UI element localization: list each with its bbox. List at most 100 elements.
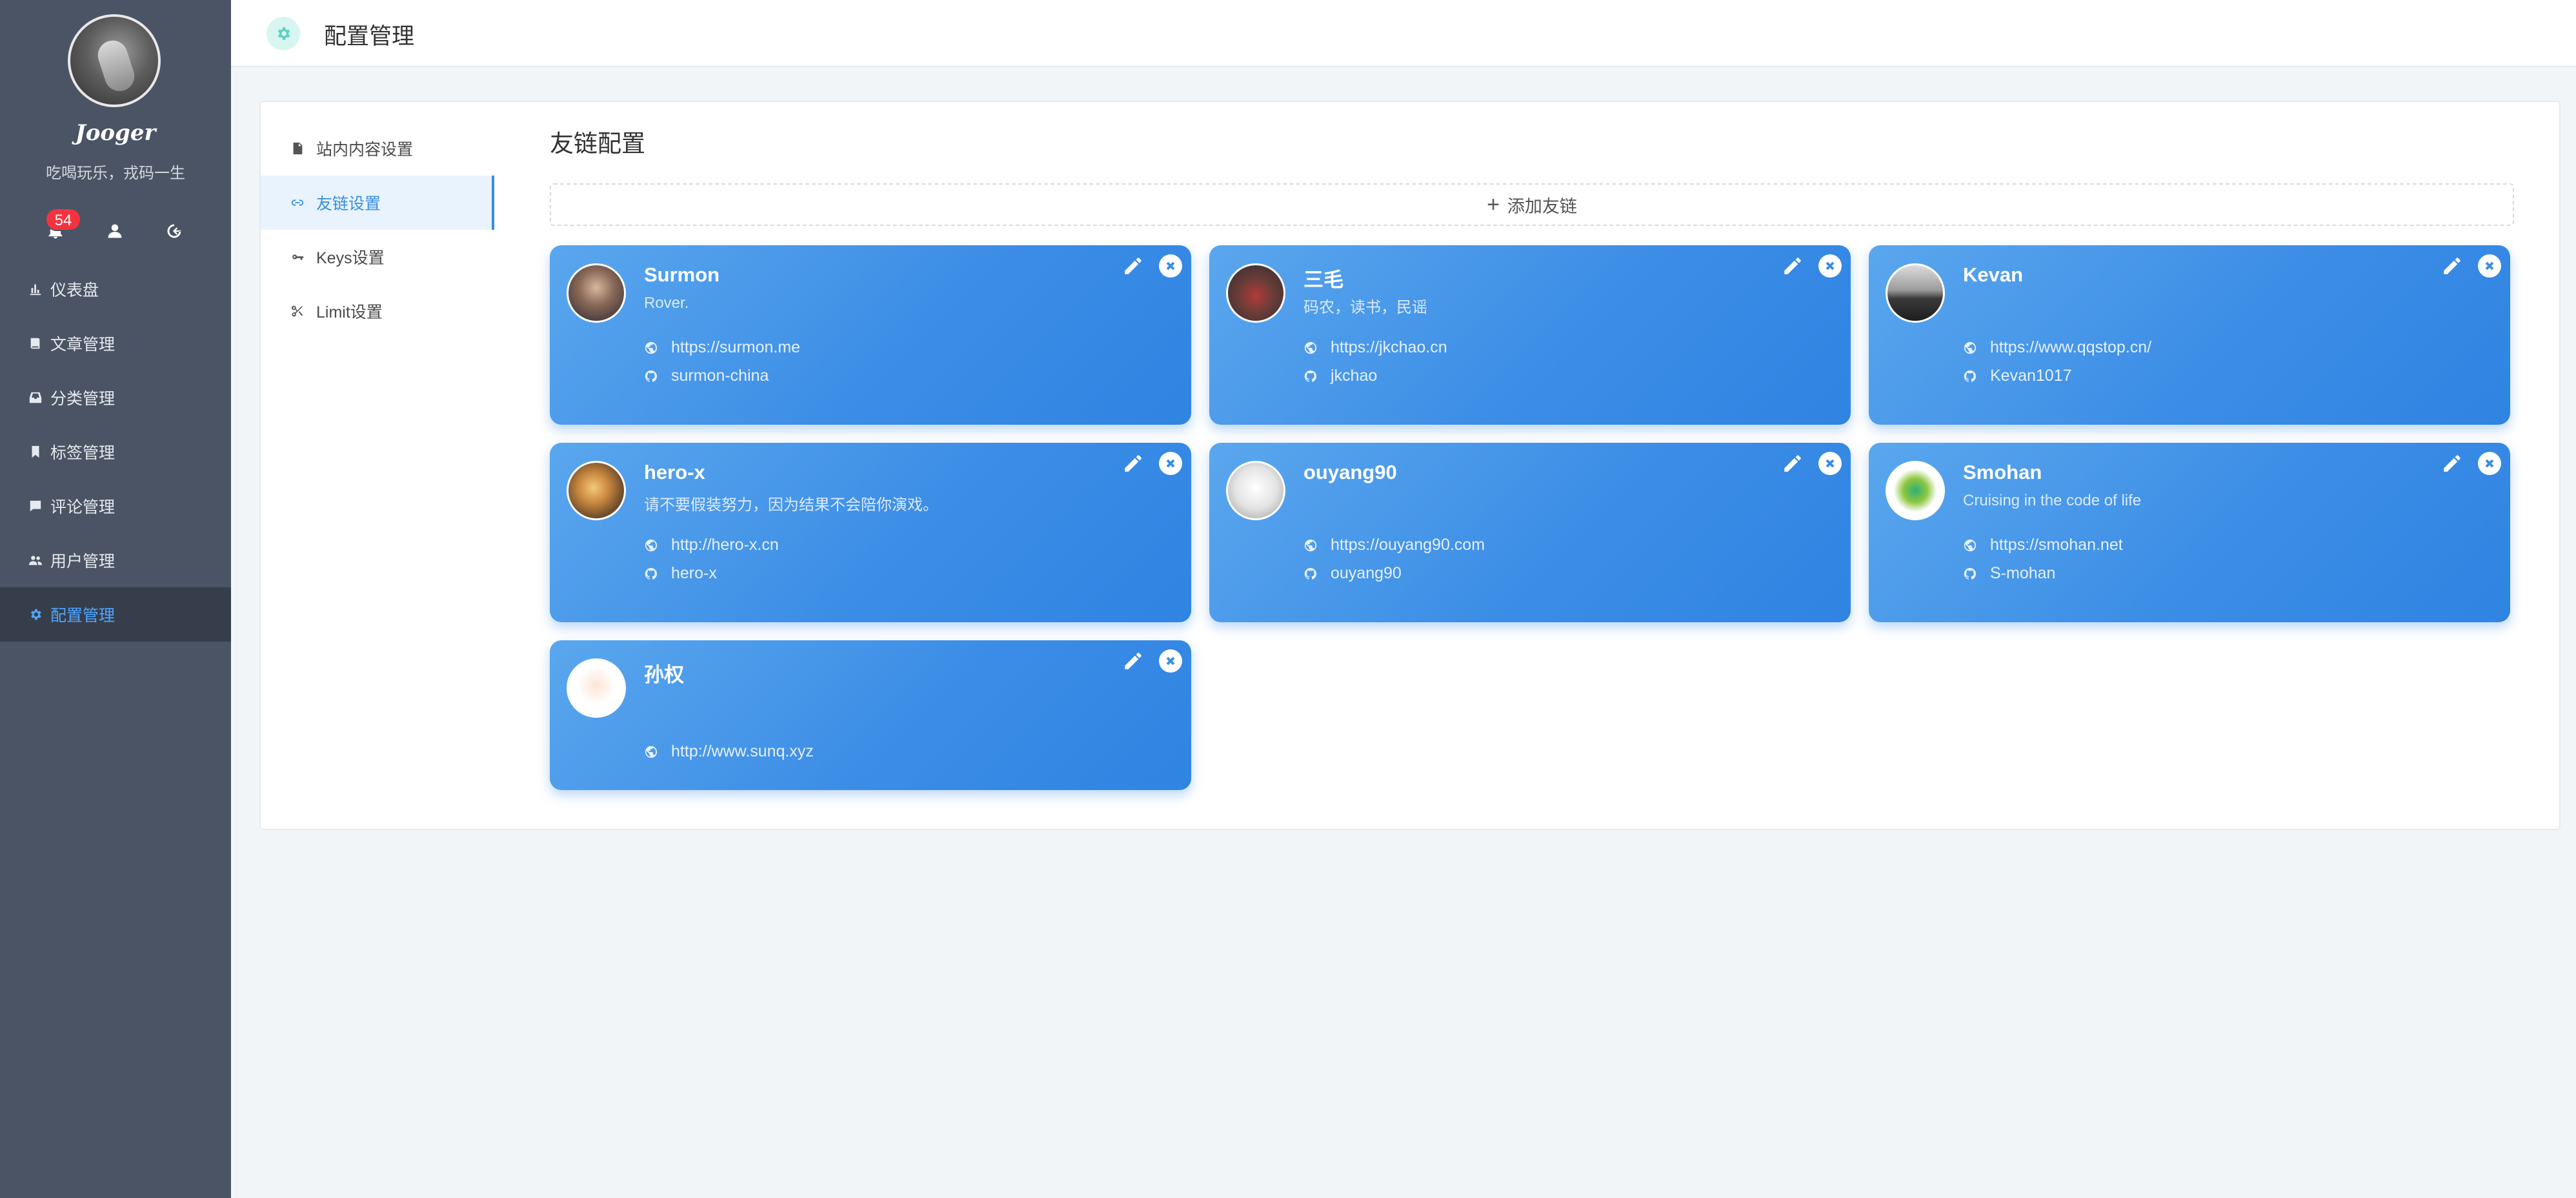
link-site-url: https://smohan.net [1990, 536, 2123, 554]
settings-badge [267, 17, 300, 50]
subnav-item-label: 站内内容设置 [316, 141, 414, 159]
delete-button[interactable] [1159, 452, 1182, 475]
nav-item-label: 文章管理 [50, 336, 116, 354]
bookmark-icon [28, 445, 43, 459]
globe-icon [644, 341, 658, 355]
pencil-icon [2444, 455, 2460, 472]
pencil-icon [1125, 653, 1142, 669]
subnav-item-keys[interactable]: Keys设置 [261, 230, 494, 284]
globe-icon [1963, 341, 1977, 355]
globe-icon [644, 745, 658, 759]
link-site[interactable]: https://surmon.me [644, 338, 800, 357]
link-site-url: https://www.qqstop.cn/ [1990, 338, 2152, 356]
link-site-url: https://ouyang90.com [1331, 536, 1485, 554]
link-site[interactable]: https://ouyang90.com [1303, 536, 1485, 554]
link-name: ouyang90 [1303, 461, 1397, 483]
nav-item-tags[interactable]: 标签管理 [0, 425, 231, 479]
pencil-icon [1784, 258, 1801, 274]
edit-button[interactable] [1120, 451, 1146, 476]
link-site-url: https://jkchao.cn [1331, 338, 1447, 356]
link-avatar [1886, 461, 1945, 520]
gear-icon [277, 27, 290, 40]
link-card: Surmon Rover. https://surmon.me surmon-c… [550, 245, 1191, 425]
subnav-item-label: Keys设置 [316, 249, 385, 267]
edit-button[interactable] [1780, 253, 1806, 279]
key-icon [290, 250, 305, 264]
link-name: 孙权 [644, 664, 684, 686]
comment-icon [28, 499, 43, 513]
link-card: 孙权 http://www.sunq.xyz [550, 640, 1191, 790]
nav-item-label: 分类管理 [50, 390, 116, 408]
page-title: 配置管理 [324, 24, 415, 49]
add-link-button[interactable]: + 添加友链 [550, 183, 2514, 226]
user-avatar[interactable] [68, 14, 161, 107]
link-site-url: https://surmon.me [671, 338, 801, 356]
subnav-item-label: Limit设置 [316, 303, 383, 321]
edit-button[interactable] [2439, 451, 2465, 476]
nav-item-comments[interactable]: 评论管理 [0, 479, 231, 533]
link-github[interactable]: hero-x [644, 564, 717, 583]
site-slogan: 吃喝玩乐，戎码一生 [46, 165, 185, 182]
link-github[interactable]: surmon-china [644, 367, 769, 385]
top-header: 配置管理 [231, 0, 2576, 67]
edit-button[interactable] [1120, 253, 1146, 279]
link-github[interactable]: jkchao [1303, 367, 1377, 385]
link-desc: 请不要假装努力，因为结果不会陪你演戏。 [644, 496, 938, 514]
delete-button[interactable] [1159, 649, 1182, 673]
link-name: 三毛 [1303, 269, 1343, 291]
nav-item-settings[interactable]: 配置管理 [0, 587, 231, 642]
link-github[interactable]: S-mohan [1963, 564, 2055, 583]
globe-icon [1963, 538, 1977, 553]
pencil-icon [1125, 455, 1142, 472]
link-site[interactable]: http://hero-x.cn [644, 536, 779, 554]
close-icon [1826, 459, 1835, 468]
nav-item-categories[interactable]: 分类管理 [0, 371, 231, 425]
link-github-name: surmon-china [671, 367, 769, 385]
link-card: Kevan https://www.qqstop.cn/ Kevan1017 [1869, 245, 2510, 425]
subnav-item-links[interactable]: 友链设置 [261, 176, 494, 230]
subnav-item-limit[interactable]: Limit设置 [261, 284, 494, 338]
close-icon [1826, 261, 1835, 270]
nav-item-label: 标签管理 [50, 444, 116, 462]
sidebar: Jooger 吃喝玩乐，戎码一生 54 仪表盘 文章管理 分类管理 标签管理 评… [0, 0, 231, 1198]
subnav-item-label: 友链设置 [316, 195, 381, 213]
github-icon [1963, 567, 1977, 581]
link-name: hero-x [644, 461, 705, 483]
delete-button[interactable] [2478, 452, 2501, 475]
nav-item-articles[interactable]: 文章管理 [0, 316, 231, 371]
nav-item-users[interactable]: 用户管理 [0, 533, 231, 587]
link-github-name: jkchao [1331, 367, 1378, 385]
nav-item-dashboard[interactable]: 仪表盘 [0, 262, 231, 316]
link-site[interactable]: https://www.qqstop.cn/ [1963, 338, 2151, 357]
link-avatar [1886, 263, 1945, 323]
delete-button[interactable] [1818, 254, 1842, 278]
inbox-icon [28, 391, 43, 405]
close-icon [2485, 459, 2494, 468]
link-github[interactable]: Kevan1017 [1963, 367, 2072, 385]
link-site[interactable]: https://jkchao.cn [1303, 338, 1447, 357]
link-site-url: http://www.sunq.xyz [671, 742, 814, 760]
link-icon [290, 196, 305, 210]
globe-icon [1303, 341, 1318, 355]
link-card: 三毛 码农，读书，民谣 https://jkchao.cn jkchao [1209, 245, 1851, 425]
profile-button[interactable] [97, 213, 133, 249]
edit-button[interactable] [2439, 253, 2465, 279]
link-site[interactable]: https://smohan.net [1963, 536, 2123, 554]
close-icon [1166, 459, 1175, 468]
edit-button[interactable] [1780, 451, 1806, 476]
delete-button[interactable] [2478, 254, 2501, 278]
link-avatar [567, 658, 626, 718]
logout-button[interactable] [156, 213, 192, 249]
link-github[interactable]: ouyang90 [1303, 564, 1402, 583]
gear-icon [28, 607, 43, 622]
team-icon [28, 553, 43, 567]
link-site[interactable]: http://www.sunq.xyz [644, 742, 814, 761]
link-name: Smohan [1963, 461, 2042, 483]
delete-button[interactable] [1818, 452, 1842, 475]
globe-icon [644, 538, 658, 553]
subnav-item-site-content[interactable]: 站内内容设置 [261, 121, 494, 176]
link-github-name: S-mohan [1990, 564, 2056, 582]
edit-button[interactable] [1120, 648, 1146, 674]
delete-button[interactable] [1159, 254, 1182, 278]
section-title: 友链配置 [550, 130, 645, 157]
